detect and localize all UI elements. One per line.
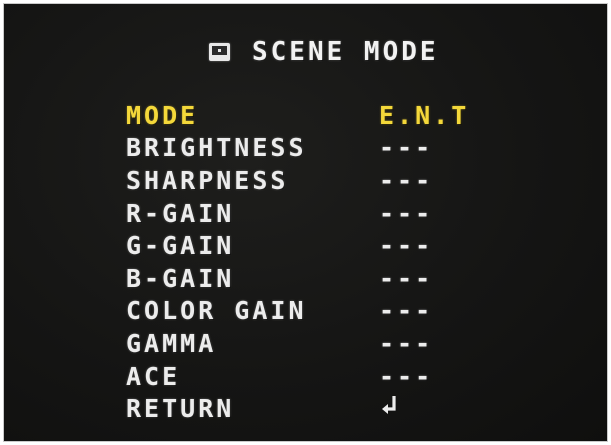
menu-item-label: BRIGHTNESS xyxy=(126,133,307,163)
menu-item-value: --- xyxy=(379,231,434,261)
menu-item-r-gain[interactable]: R-GAIN --- xyxy=(126,197,469,230)
scene-mode-icon xyxy=(209,43,230,61)
menu-item-label: COLOR GAIN xyxy=(126,296,307,326)
menu-item-label: B-GAIN xyxy=(126,263,235,293)
osd-menu: MODE E.N.T BRIGHTNESS --- SHARPNESS --- … xyxy=(126,99,469,425)
menu-item-sharpness[interactable]: SHARPNESS --- xyxy=(126,164,469,197)
menu-item-brightness[interactable]: BRIGHTNESS --- xyxy=(126,132,469,165)
menu-item-b-gain[interactable]: B-GAIN --- xyxy=(126,262,469,295)
menu-item-label: G-GAIN xyxy=(126,231,235,261)
menu-title: SCENE MODE xyxy=(209,34,439,70)
osd-screen: SCENE MODE MODE E.N.T BRIGHTNESS --- SHA… xyxy=(3,3,608,442)
menu-item-value: E.N.T xyxy=(379,100,470,130)
menu-item-label: ACE xyxy=(126,361,181,391)
menu-item-value: --- xyxy=(379,165,434,195)
menu-item-g-gain[interactable]: G-GAIN --- xyxy=(126,229,469,262)
page-title: SCENE MODE xyxy=(252,37,439,67)
menu-item-label: MODE xyxy=(126,100,199,130)
return-arrow-icon xyxy=(381,395,399,416)
menu-item-label: SHARPNESS xyxy=(126,165,289,195)
menu-item-label: GAMMA xyxy=(126,328,217,358)
menu-item-label: R-GAIN xyxy=(126,198,235,228)
menu-item-value: --- xyxy=(379,263,434,293)
menu-item-gamma[interactable]: GAMMA --- xyxy=(126,327,469,360)
menu-item-value xyxy=(379,395,399,423)
menu-item-label: RETURN xyxy=(126,394,235,424)
menu-item-ace[interactable]: ACE --- xyxy=(126,360,469,393)
menu-item-value: --- xyxy=(379,296,434,326)
menu-item-value: --- xyxy=(379,198,434,228)
menu-item-value: --- xyxy=(379,361,434,391)
menu-item-value: --- xyxy=(379,328,434,358)
menu-item-value: --- xyxy=(379,133,434,163)
menu-item-return[interactable]: RETURN xyxy=(126,392,469,425)
menu-item-color-gain[interactable]: COLOR GAIN --- xyxy=(126,295,469,328)
menu-item-mode[interactable]: MODE E.N.T xyxy=(126,99,469,132)
